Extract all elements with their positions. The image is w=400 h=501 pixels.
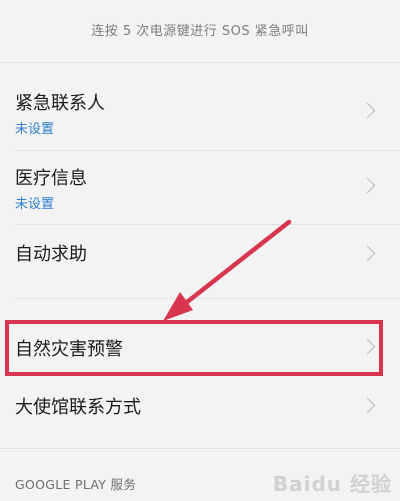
embassy-contacts-title: 大使馆联系方式	[15, 397, 141, 418]
emergency-sos-screen: 连按 5 次电源键进行 SOS 紧急呼叫 紧急联系人 未设置 医疗信息 未设置 …	[0, 0, 400, 501]
embassy-contacts-row[interactable]: 大使馆联系方式	[0, 380, 400, 432]
medical-info-title: 医疗信息	[15, 168, 87, 189]
auto-help-row[interactable]: 自动求助	[0, 224, 400, 298]
medical-info-status: 未设置	[15, 197, 55, 212]
chevron-right-icon	[359, 102, 376, 119]
chevron-right-icon	[359, 245, 376, 262]
auto-help-title: 自动求助	[15, 244, 87, 265]
chevron-right-icon	[359, 177, 376, 194]
row-divider	[15, 298, 400, 299]
section-divider	[0, 448, 400, 449]
medical-info-row[interactable]: 医疗信息 未设置	[0, 150, 400, 224]
baidu-jingyan-watermark: Baidu 经验	[272, 472, 392, 496]
disaster-warning-title: 自然灾害预警	[15, 339, 123, 360]
emergency-contacts-title: 紧急联系人	[15, 93, 105, 114]
chevron-right-icon	[359, 338, 376, 355]
emergency-contacts-status: 未设置	[15, 122, 55, 137]
sos-hint-text: 连按 5 次电源键进行 SOS 紧急呼叫	[91, 24, 309, 39]
disaster-warning-row[interactable]: 自然灾害预警	[0, 322, 400, 374]
google-play-services-label: GOOGLE PLAY 服务	[15, 477, 137, 492]
top-divider	[0, 62, 400, 63]
chevron-right-icon	[359, 397, 376, 414]
emergency-contacts-row[interactable]: 紧急联系人 未设置	[0, 74, 400, 150]
